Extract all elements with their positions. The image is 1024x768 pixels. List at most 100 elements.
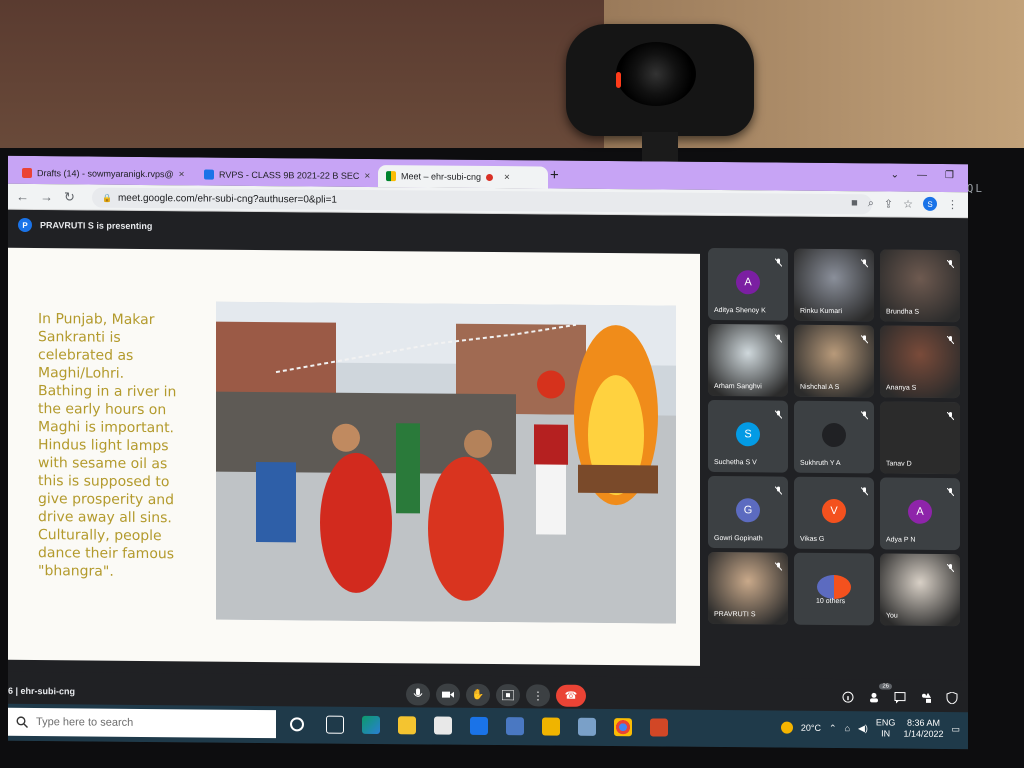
bookmark-star-icon[interactable]: ☆ xyxy=(903,197,913,210)
chrome-icon[interactable] xyxy=(614,718,632,737)
edge-icon[interactable] xyxy=(362,715,380,735)
share-icon[interactable]: ⇪ xyxy=(884,197,893,210)
participant-name: You xyxy=(886,612,898,620)
participant-tile[interactable]: Sukhruth Y A xyxy=(794,400,874,474)
notification-icon[interactable]: ▭ xyxy=(951,724,960,735)
maximize-button[interactable]: ❐ xyxy=(945,170,954,181)
participant-grid: A Aditya Shenoy K Rinku Kumari Brundha S Arh… xyxy=(708,247,964,630)
slide-line: Maghi is important. xyxy=(38,419,175,437)
participant-name: Brundha S xyxy=(886,308,920,316)
url-input[interactable]: 🔒 meet.google.com/ehr-subi-cng?authuser=… xyxy=(92,187,872,215)
slide-line: celebrated as xyxy=(38,347,134,364)
participant-tile[interactable]: 10 others xyxy=(794,552,874,626)
close-icon[interactable]: × xyxy=(179,169,185,180)
meet-call: P PRAVRUTI S is presenting In Punjab, Ma… xyxy=(8,209,968,750)
slide-line: Sankranti is xyxy=(38,329,121,346)
tab-search-icon[interactable]: ⌄ xyxy=(891,170,899,181)
participant-tile[interactable]: V Vikas G xyxy=(794,476,874,550)
muted-mic-icon xyxy=(860,406,869,420)
monitor-screen: Drafts (14) - sowmyaranigk.rvps@ × RVPS … xyxy=(8,155,968,750)
task-view-icon[interactable] xyxy=(326,715,344,734)
info-icon[interactable] xyxy=(842,691,854,703)
participant-name: Ananya S xyxy=(886,384,917,392)
activities-icon[interactable] xyxy=(920,692,932,704)
end-call-button[interactable]: ☎ xyxy=(556,684,586,707)
participant-name: Suchetha S V xyxy=(714,458,757,467)
participant-tile[interactable]: Tanav D xyxy=(880,401,960,475)
chevron-up-icon[interactable]: ⌃ xyxy=(829,722,837,733)
back-arrow-icon[interactable]: ← xyxy=(16,189,29,204)
mail-icon[interactable] xyxy=(470,716,488,735)
muted-mic-icon xyxy=(946,483,955,497)
participant-tile[interactable]: Ananya S xyxy=(880,325,960,399)
participant-tile[interactable]: PRAVRUTI S xyxy=(708,551,788,625)
tab-label: Drafts (14) - sowmyaranigk.rvps@ xyxy=(37,168,174,180)
participant-tile[interactable]: You xyxy=(880,553,960,627)
muted-mic-icon xyxy=(860,254,869,268)
raise-hand-button[interactable]: ✋ xyxy=(466,683,490,707)
participant-name: Sukhruth Y A xyxy=(800,459,841,468)
participant-tile[interactable]: A Aditya Shenoy K xyxy=(708,247,788,321)
close-icon[interactable]: × xyxy=(504,172,510,183)
participant-tile[interactable]: Rinku Kumari xyxy=(794,248,874,322)
mic-button[interactable] xyxy=(406,683,430,706)
new-tab-button[interactable]: + xyxy=(550,167,559,184)
chat-icon[interactable] xyxy=(894,692,906,704)
close-icon[interactable]: × xyxy=(364,170,370,181)
muted-mic-icon xyxy=(774,406,783,419)
others-avatar-group xyxy=(817,574,851,600)
app-icon[interactable] xyxy=(542,717,560,736)
camera-button[interactable] xyxy=(436,683,460,706)
webcam-lens xyxy=(616,42,696,106)
participant-tile[interactable]: Brundha S xyxy=(880,249,960,323)
more-options-button[interactable]: ⋮ xyxy=(526,684,550,707)
code-prefix: 6 | xyxy=(8,685,19,696)
profile-avatar[interactable]: S xyxy=(923,196,937,211)
powerpoint-icon[interactable] xyxy=(650,718,668,737)
zoom-icon[interactable]: ⌕ xyxy=(868,197,874,210)
participant-tile[interactable]: S Suchetha S V xyxy=(708,399,788,473)
present-button[interactable] xyxy=(496,684,520,707)
tab-meet[interactable]: Meet – ehr-subi-cng × xyxy=(378,165,548,189)
tab-gmail[interactable]: Drafts (14) - sowmyaranigk.rvps@ × xyxy=(14,162,192,186)
menu-kebab-icon[interactable]: ⋮ xyxy=(947,198,958,211)
participant-avatar: V xyxy=(822,498,846,524)
clock[interactable]: 8:36 AM 1/14/2022 xyxy=(903,718,943,740)
participant-name: Gowri Gopinath xyxy=(714,534,763,543)
network-icon[interactable]: ⌂ xyxy=(845,723,850,733)
participant-tile[interactable]: G Gowri Gopinath xyxy=(708,475,788,549)
webcam xyxy=(566,24,754,162)
slide-line: Maghi/Lohri. xyxy=(38,365,125,382)
slide-line: "bhangra". xyxy=(38,563,114,580)
url-text: meet.google.com/ehr-subi-cng?authuser=0&… xyxy=(117,192,337,206)
host-controls-icon[interactable] xyxy=(946,691,958,705)
participant-tile[interactable]: Arham Sanghvi xyxy=(708,323,788,397)
present-icon xyxy=(502,690,514,701)
muted-mic-icon xyxy=(946,255,955,269)
forward-arrow-icon[interactable]: → xyxy=(40,189,53,204)
taskbar-search-input[interactable]: Type here to search xyxy=(8,707,276,739)
minimize-button[interactable]: — xyxy=(917,170,927,181)
weather-temp[interactable]: 20°C xyxy=(801,723,821,733)
muted-mic-icon xyxy=(774,254,783,267)
language-indicator[interactable]: ENG IN xyxy=(876,717,896,739)
weather-icon xyxy=(780,721,793,734)
tab-classroom[interactable]: RVPS - CLASS 9B 2021-22 B SEC × xyxy=(196,163,374,187)
app-icon-2[interactable] xyxy=(578,717,596,736)
camera-icon[interactable]: ■ xyxy=(851,197,858,209)
slide-text: In Punjab, Makar Sankranti is celebrated… xyxy=(38,310,208,581)
calculator-icon[interactable] xyxy=(506,717,524,736)
muted-mic-icon xyxy=(946,331,955,345)
participant-tile[interactable]: Nishchal A S xyxy=(794,324,874,398)
muted-mic-icon xyxy=(774,558,783,571)
file-explorer-icon[interactable] xyxy=(398,716,416,735)
classroom-icon xyxy=(204,169,214,180)
cortana-icon[interactable] xyxy=(290,717,304,732)
store-icon[interactable] xyxy=(434,716,452,735)
participant-tile[interactable]: A Adya P N xyxy=(880,477,960,551)
people-icon[interactable] xyxy=(868,691,880,703)
participant-name: Nishchal A S xyxy=(800,383,840,392)
volume-icon[interactable]: ◀) xyxy=(858,723,868,734)
reload-icon[interactable]: ↻ xyxy=(64,189,75,205)
muted-mic-icon xyxy=(860,330,869,344)
